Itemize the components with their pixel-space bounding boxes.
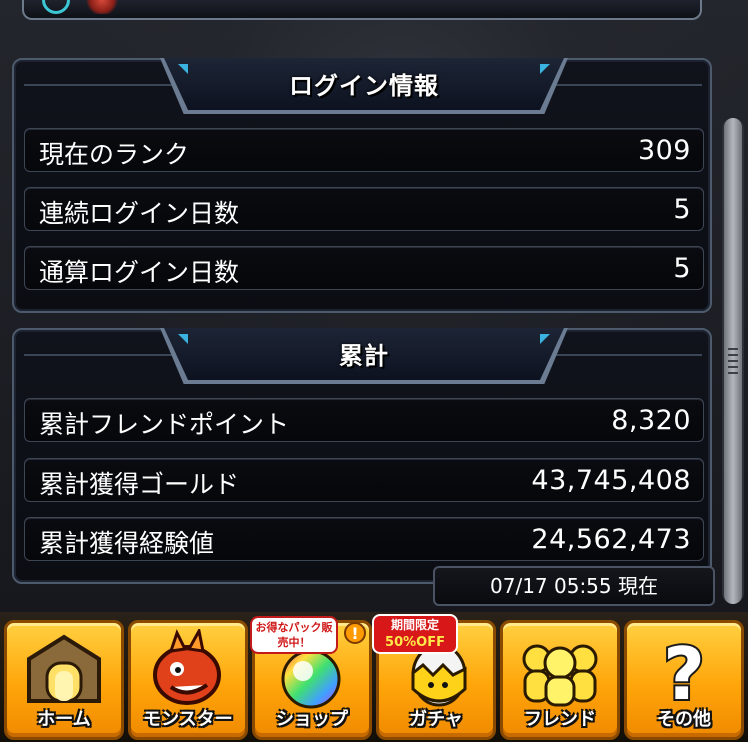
stat-label: 累計獲得経験値 — [39, 529, 215, 558]
question-mark-icon: ? — [627, 629, 741, 718]
stat-value: 24,562,473 — [531, 524, 691, 555]
friends-silhouette-icon — [503, 629, 617, 709]
home-gate-icon — [7, 629, 121, 709]
stat-row-friend-points: 累計フレンドポイント 8,320 — [24, 398, 704, 442]
nav-other-button[interactable]: ? その他 — [624, 620, 744, 740]
stat-value: 309 — [637, 135, 691, 166]
bottom-nav: ホーム モンスター ショップ ガチャ フレンド ? その他 お得なパック販売中！… — [0, 612, 748, 742]
as-of-timestamp: 07/17 05:55 現在 — [433, 566, 715, 606]
header-side-line — [554, 84, 702, 86]
login-info-panel: ログイン情報 現在のランク 309 連続ログイン日数 5 通算ログイン日数 5 — [12, 58, 712, 313]
gacha-badge-bottom: 50%OFF — [385, 635, 445, 650]
nav-label: フレンド — [524, 709, 596, 730]
stat-value: 5 — [673, 253, 691, 284]
scrollbar-thumb[interactable] — [724, 118, 742, 604]
stat-label: 累計獲得ゴールド — [39, 470, 240, 499]
header-side-line — [554, 354, 702, 356]
stat-value: 8,320 — [611, 405, 691, 436]
stat-row-gold-earned: 累計獲得ゴールド 43,745,408 — [24, 458, 704, 502]
stat-row-current-rank: 現在のランク 309 — [24, 128, 704, 172]
top-emblem-icon — [82, 0, 122, 14]
stat-row-total-login: 通算ログイン日数 5 — [24, 246, 704, 290]
nav-label: その他 — [657, 709, 711, 730]
stat-value: 43,745,408 — [531, 465, 691, 496]
stat-label: 現在のランク — [39, 140, 190, 169]
nav-label: ガチャ — [409, 709, 463, 730]
scrollbar-track[interactable] — [722, 118, 744, 604]
totals-panel: 累計 累計フレンドポイント 8,320 累計獲得ゴールド 43,745,408 … — [12, 328, 712, 584]
stat-label: 累計フレンドポイント — [39, 410, 290, 439]
panel-title: 累計 — [339, 342, 389, 370]
nav-label: ホーム — [37, 709, 91, 730]
alert-icon: ! — [344, 622, 366, 644]
stat-label: 通算ログイン日数 — [39, 258, 240, 287]
panel-header: 累計 — [164, 328, 564, 380]
header-side-line — [24, 84, 174, 86]
header-side-line — [24, 354, 174, 356]
red-dragon-monster-icon — [131, 626, 245, 709]
nav-friend-button[interactable]: フレンド — [500, 620, 620, 740]
svg-text:?: ? — [663, 632, 705, 709]
panel-header: ログイン情報 — [164, 58, 564, 110]
nav-home-button[interactable]: ホーム — [4, 620, 124, 740]
nav-label: ショップ — [276, 709, 348, 730]
gacha-badge-top: 期間限定 — [390, 618, 439, 632]
shop-promo-badge: お得なパック販売中！ — [250, 616, 338, 654]
nav-label: モンスター — [143, 709, 233, 730]
stat-row-consecutive-login: 連続ログイン日数 5 — [24, 187, 704, 231]
scroll-grip-icon — [728, 348, 738, 374]
top-status-bar — [22, 0, 702, 20]
stat-label: 連続ログイン日数 — [39, 199, 240, 228]
stat-row-experience-earned: 累計獲得経験値 24,562,473 — [24, 517, 704, 561]
stat-value: 5 — [673, 194, 691, 225]
nav-monster-button[interactable]: モンスター — [128, 620, 248, 740]
panel-title: ログイン情報 — [289, 72, 439, 100]
gacha-promo-badge: 期間限定 50%OFF — [372, 614, 458, 654]
